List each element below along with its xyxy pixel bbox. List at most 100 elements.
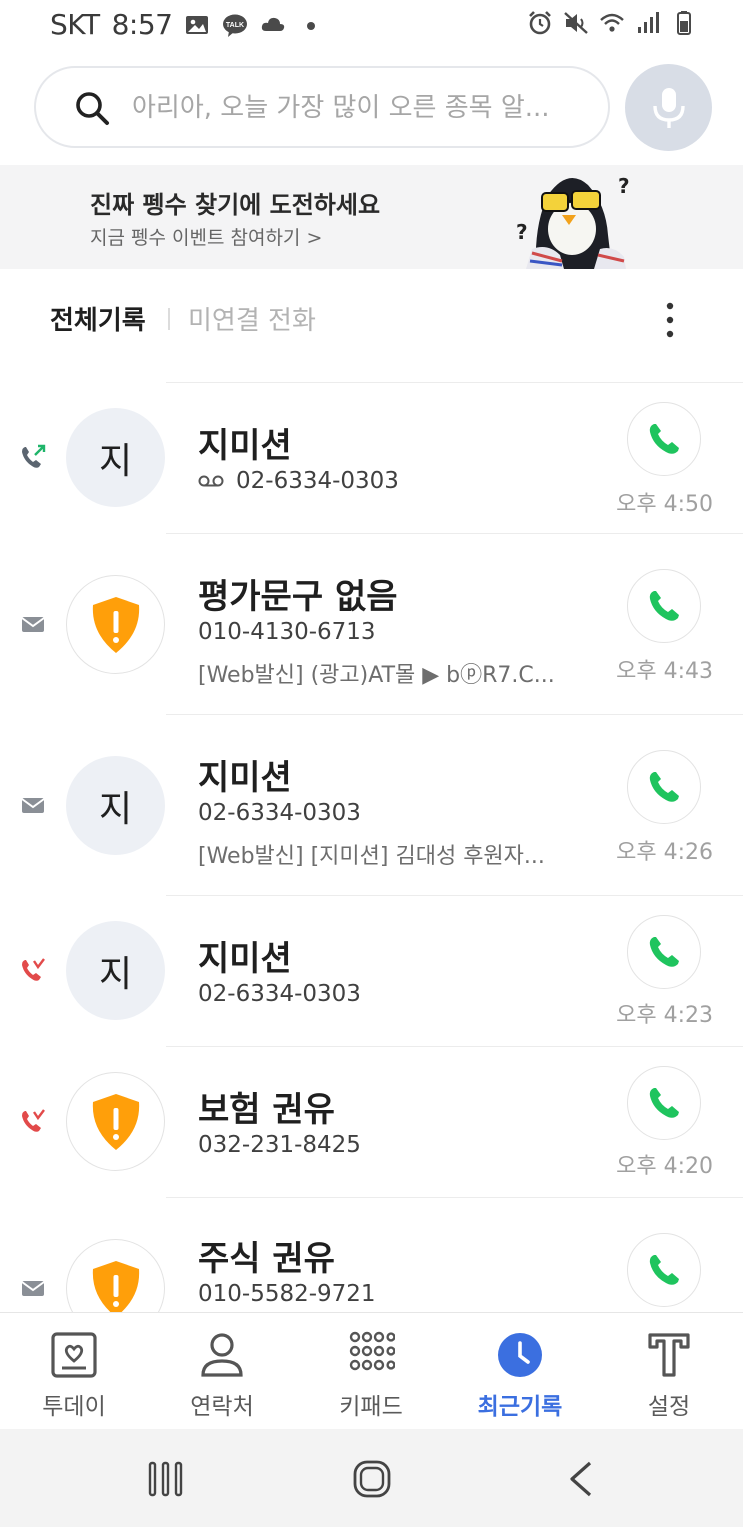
message-icon: [21, 1281, 45, 1296]
outgoing-call-icon: [22, 444, 46, 468]
caller-number: 02-6334-0303: [198, 981, 361, 1007]
phone-icon: [649, 591, 679, 621]
caller-name: 평가문구 없음: [198, 577, 398, 617]
wifi-icon: [600, 13, 624, 32]
caller-name: 지미션: [198, 939, 292, 979]
phone-icon: [649, 937, 679, 967]
avatar-initial: 지: [98, 788, 133, 830]
call-back-button[interactable]: [627, 915, 701, 989]
pengsoo-character-image: ? ?: [516, 174, 630, 269]
caller-number-row: 02-6334-0303: [198, 800, 361, 826]
cloud-icon: [262, 17, 285, 31]
nav-label: 설정: [647, 1394, 691, 1420]
svg-text:?: ?: [618, 174, 630, 198]
voice-search-button[interactable]: [625, 64, 712, 151]
back-icon[interactable]: [560, 1459, 600, 1499]
missed-call-icon: [22, 958, 45, 981]
event-banner[interactable]: 진짜 펭수 찾기에 도전하세요 지금 펭수 이벤트 참여하기 > ? ?: [0, 165, 743, 269]
nav-settings[interactable]: 설정: [595, 1313, 743, 1430]
banner-link[interactable]: 지금 펭수 이벤트 참여하기 >: [90, 223, 322, 250]
call-back-button[interactable]: [627, 1066, 701, 1140]
call-time: 오후 4:50: [616, 492, 713, 517]
tab-all-calls[interactable]: 전체기록: [50, 300, 146, 337]
alarm-icon: [529, 11, 551, 35]
mic-icon: [652, 87, 685, 128]
nav-today[interactable]: 투데이: [0, 1313, 148, 1430]
spam-shield-icon: [92, 1093, 139, 1150]
search-bar[interactable]: [34, 66, 610, 148]
divider: [166, 382, 743, 383]
banner-title: 진짜 펭수 찾기에 도전하세요: [90, 191, 381, 219]
avatar-initial: 지: [98, 953, 133, 995]
caller-number: 010-5582-9721: [198, 1281, 376, 1307]
status-time: 8:57: [111, 8, 173, 41]
call-time: 오후 4:43: [616, 659, 713, 684]
call-item[interactable]: 지 지미션 02-6334-0303 오후 4:23: [0, 895, 743, 1046]
call-time: 오후 4:26: [616, 840, 713, 865]
avatar: 지: [66, 756, 165, 855]
home-icon[interactable]: [352, 1459, 392, 1499]
contacts-icon: [201, 1333, 243, 1377]
caller-number-row: 010-4130-6713: [198, 619, 376, 645]
search-input[interactable]: [132, 86, 572, 130]
call-item[interactable]: 지 지미션 02-6334-0303 [Web발신] [지미션] 김대성 후원자…: [0, 714, 743, 895]
message-preview: [Web발신] (광고)AT몰 ▶ bⓟR7.C...: [198, 663, 555, 688]
nav-label: 최근기록: [477, 1394, 563, 1420]
spam-shield-icon: [92, 1260, 139, 1312]
status-bar: SKT 8:57 TALK: [0, 0, 743, 54]
caller-name: 지미션: [198, 426, 292, 466]
avatar: [66, 1072, 165, 1171]
nav-label: 연락처: [190, 1394, 254, 1420]
call-item[interactable]: 주식 권유 010-5582-9721: [0, 1197, 743, 1312]
kakao-badge-text: TALK: [226, 22, 244, 29]
phone-icon: [649, 1088, 679, 1118]
nav-contacts[interactable]: 연락처: [148, 1313, 296, 1430]
nav-label: 투데이: [42, 1394, 106, 1420]
call-back-button[interactable]: [627, 569, 701, 643]
avatar: 지: [66, 921, 165, 1020]
phone-icon: [649, 772, 679, 802]
battery-icon: [677, 11, 691, 35]
nav-recents[interactable]: 최근기록: [446, 1313, 594, 1430]
svg-text:?: ?: [516, 220, 528, 244]
system-navigation-bar: [0, 1429, 743, 1527]
search-icon: [76, 92, 109, 125]
divider: [166, 533, 743, 534]
mute-icon: [564, 12, 588, 34]
call-back-button[interactable]: [627, 750, 701, 824]
bottom-navigation: 투데이 연락처 키패드 최근기록 설정: [0, 1312, 743, 1429]
caller-number-row: 02-6334-0303: [198, 468, 399, 494]
caller-name: 보험 권유: [198, 1090, 335, 1130]
call-time: 오후 4:23: [616, 1003, 713, 1028]
call-item[interactable]: 평가문구 없음 010-4130-6713 [Web발신] (광고)AT몰 ▶ …: [0, 533, 743, 714]
phone-icon: [649, 424, 679, 454]
recent-apps-icon[interactable]: [146, 1459, 186, 1499]
filter-tabs: 전체기록 미연결 전화: [0, 290, 743, 350]
phone-icon: [649, 1255, 679, 1285]
avatar: [66, 1239, 165, 1312]
nav-keypad[interactable]: 키패드: [297, 1313, 445, 1430]
nav-label: 키패드: [339, 1394, 403, 1420]
call-time: 오후 4:20: [616, 1154, 713, 1179]
tab-divider: [168, 308, 170, 330]
caller-name: 지미션: [198, 758, 292, 798]
call-history-list: 지 지미션 02-6334-0303 오후 4:50 평가문구 없음 010-4…: [0, 382, 743, 1312]
kakaotalk-icon: TALK: [223, 14, 248, 37]
caller-number: 010-4130-6713: [198, 619, 376, 645]
caller-number: 02-6334-0303: [236, 468, 399, 494]
image-icon: [186, 15, 209, 34]
call-back-button[interactable]: [627, 1233, 701, 1307]
call-item[interactable]: 보험 권유 032-231-8425 오후 4:20: [0, 1046, 743, 1197]
call-item[interactable]: 지 지미션 02-6334-0303 오후 4:50: [0, 382, 743, 533]
more-options-icon[interactable]: [655, 298, 685, 342]
avatar-initial: 지: [98, 440, 133, 482]
message-preview: [Web발신] [지미션] 김대성 후원자...: [198, 844, 545, 869]
caller-number: 02-6334-0303: [198, 800, 361, 826]
caller-number-row: 02-6334-0303: [198, 981, 361, 1007]
tab-missed-calls[interactable]: 미연결 전화: [188, 300, 316, 337]
today-icon: [51, 1332, 97, 1378]
voicemail-icon: [198, 475, 224, 487]
call-back-button[interactable]: [627, 402, 701, 476]
dot-icon: [307, 21, 316, 30]
message-icon: [21, 798, 45, 813]
